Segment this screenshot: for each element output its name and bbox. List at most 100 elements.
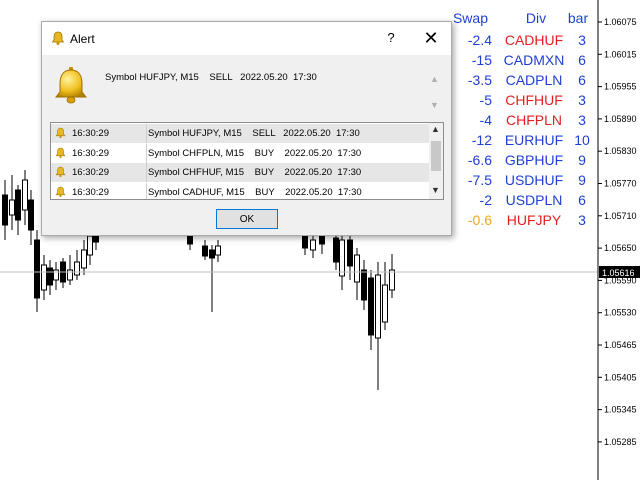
candle-body	[74, 261, 80, 276]
candle-body	[202, 245, 208, 257]
help-button[interactable]: ?	[377, 26, 405, 50]
bar-count: 6	[578, 72, 586, 88]
bar-count: 6	[578, 192, 586, 208]
candle-body	[361, 269, 367, 301]
candle-body	[2, 194, 8, 226]
candle-body	[302, 234, 308, 249]
price-axis-label: 1.06075	[604, 17, 637, 27]
header-bar: bar	[567, 10, 589, 26]
bar-count: 9	[578, 152, 586, 168]
bell-icon	[51, 31, 65, 45]
pair-symbol[interactable]: USDHUF	[498, 170, 570, 190]
pair-symbol[interactable]: CADHUF	[498, 30, 570, 50]
swap-value: -15	[471, 52, 492, 68]
message-scroll-down[interactable]: ▼	[430, 100, 439, 110]
price-axis-label: 1.05830	[604, 146, 637, 156]
list-item[interactable]: 16:30:29 Symbol CHFHUF, M15 BUY 2022.05.2…	[51, 163, 429, 182]
list-item[interactable]: 16:30:29 Symbol CADHUF, M15 BUY 2022.05.2…	[51, 182, 429, 199]
candle-body	[382, 284, 388, 323]
price-axis-label: 1.05955	[604, 82, 637, 92]
bar-count: 9	[578, 172, 586, 188]
candle-body	[15, 189, 21, 221]
alert-time: 16:30:29	[72, 128, 109, 139]
alert-dialog: Alert ? ✕ Symbol HUFJPY, M15 SELL 2022.0…	[41, 21, 452, 236]
price-axis-label: 1.05710	[604, 211, 637, 221]
column-divider	[146, 124, 147, 143]
bar-count: 3	[578, 212, 586, 228]
price-axis-label: 1.05405	[604, 372, 637, 382]
scrollbar-thumb[interactable]	[431, 141, 441, 171]
close-button[interactable]: ✕	[417, 26, 445, 50]
swap-value: -7.5	[467, 172, 492, 188]
candle-body	[389, 269, 395, 291]
pair-symbol[interactable]: CHFHUF	[498, 90, 570, 110]
pair-symbol[interactable]: EURHUF	[498, 130, 570, 150]
price-axis-label: 1.06015	[604, 49, 637, 59]
bar-count: 3	[578, 112, 586, 128]
current-price-label: 1.05616	[602, 268, 635, 278]
candle-body	[347, 239, 353, 267]
candle-body	[81, 249, 87, 269]
bell-icon	[55, 186, 66, 197]
swap-value: -6.6	[467, 152, 492, 168]
alert-text: Symbol CHFHUF, M15 BUY 2022.05.20 17:30	[148, 167, 362, 178]
current-price-tag: 1.05616	[599, 266, 640, 278]
bar-count: 6	[578, 52, 586, 68]
candle-body	[47, 267, 53, 286]
dialog-titlebar[interactable]: Alert ? ✕	[42, 22, 451, 55]
pair-symbol[interactable]: GBPHUF	[498, 150, 570, 170]
candle-body	[209, 249, 215, 259]
swap-value: -2	[479, 192, 492, 208]
price-axis-label: 1.05650	[604, 243, 637, 253]
column-divider	[146, 163, 147, 182]
alert-time: 16:30:29	[72, 147, 109, 159]
price-axis-label: 1.05345	[604, 405, 637, 415]
alert-message: Symbol HUFJPY, M15 SELL 2022.05.20 17:30	[105, 72, 317, 83]
list-item[interactable]: 16:30:29 Symbol HUFJPY, M15 SELL 2022.05.…	[51, 124, 429, 143]
price-axis-label: 1.05285	[604, 437, 637, 447]
ok-button[interactable]: OK	[216, 209, 278, 229]
pair-symbol[interactable]: USDPLN	[498, 190, 570, 210]
bar-count: 3	[578, 32, 586, 48]
swap-value: -2.4	[467, 32, 492, 48]
dialog-title: Alert	[70, 32, 95, 46]
candle-body	[9, 199, 15, 216]
price-axis-ticks: 1.06075 1.06015 1.05955 1.05890 1.05830 1.057…	[598, 17, 637, 447]
candle-body	[310, 239, 316, 251]
candle-body	[87, 235, 93, 256]
swap-value: -0.6	[467, 212, 492, 228]
header-div: Div	[525, 10, 547, 26]
list-scrollbar[interactable]: ▲ ▼	[429, 123, 443, 199]
column-divider	[146, 143, 147, 163]
message-scroll-up[interactable]: ▲	[430, 74, 439, 84]
list-item[interactable]: 16:30:29 Symbol CHFPLN, M15 BUY 2022.05.2…	[51, 143, 429, 163]
price-axis-label: 1.05890	[604, 114, 637, 124]
candle-body	[375, 274, 381, 339]
bell-icon	[55, 127, 66, 139]
swap-value: -3.5	[467, 72, 492, 88]
bar-count: 10	[574, 132, 590, 148]
swap-value: -4	[479, 112, 492, 128]
bell-icon	[55, 147, 66, 158]
price-axis-label: 1.05530	[604, 308, 637, 318]
chevron-up-icon[interactable]: ▲	[431, 124, 440, 134]
candle-body	[339, 239, 345, 277]
alert-time: 16:30:29	[72, 186, 109, 198]
pair-symbol[interactable]: CADPLN	[498, 70, 570, 90]
alert-text: Symbol CHFPLN, M15 BUY 2022.05.20 17:30	[148, 147, 362, 159]
header-swap: Swap	[452, 10, 488, 26]
candle-body	[34, 239, 40, 299]
pair-symbol[interactable]: CHFPLN	[498, 110, 570, 130]
pair-symbol[interactable]: HUFJPY	[498, 210, 570, 230]
alert-text: Symbol CADHUF, M15 BUY 2022.05.20 17:30	[148, 186, 362, 198]
alert-history-list[interactable]: 16:30:29 Symbol HUFJPY, M15 SELL 2022.05.…	[50, 122, 444, 200]
bell-icon	[54, 67, 88, 104]
alert-text: Symbol HUFJPY, M15 SELL 2022.05.20 17:30	[148, 128, 360, 139]
chevron-down-icon[interactable]: ▼	[431, 185, 440, 195]
pair-symbol[interactable]: CADMXN	[498, 50, 570, 70]
candle-body	[28, 199, 34, 231]
price-axis-label: 1.05770	[604, 179, 637, 189]
candle-body	[22, 179, 28, 211]
candle-body	[354, 254, 360, 283]
swap-value: -12	[471, 132, 492, 148]
